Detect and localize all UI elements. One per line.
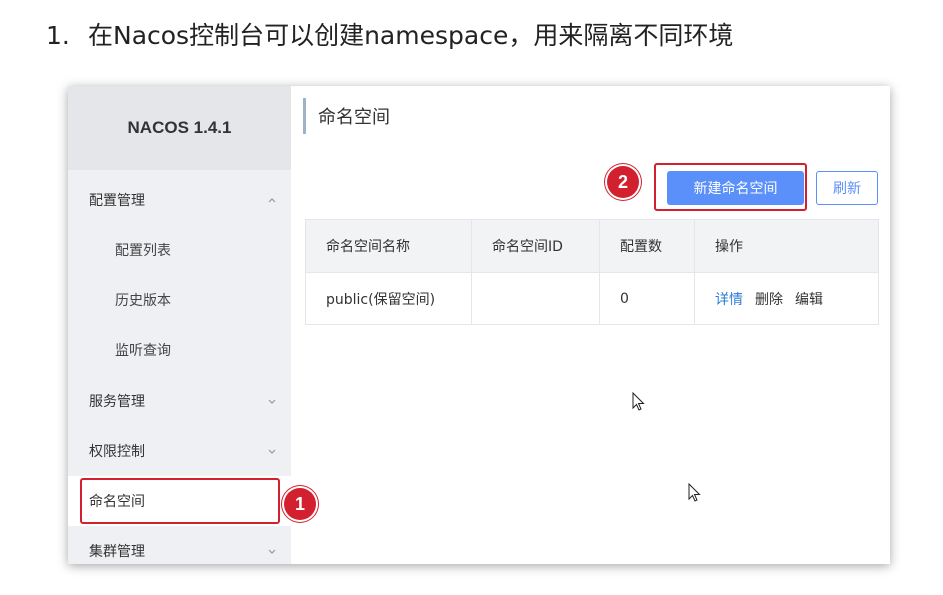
sidebar-item-service-management[interactable]: 服务管理: [68, 376, 291, 426]
sidebar-item-history[interactable]: 历史版本: [68, 275, 291, 325]
table-row: public(保留空间) 0 详情 删除 编辑: [306, 272, 878, 324]
namespace-table: 命名空间名称 命名空间ID 配置数 操作 public(保留空间) 0 详情 删…: [305, 219, 879, 325]
sidebar-item-cluster-management[interactable]: 集群管理: [68, 526, 291, 564]
column-header: 配置数: [600, 220, 695, 272]
instruction-heading: 1. 在Nacos控制台可以创建namespace，用来隔离不同环境: [46, 16, 733, 52]
details-link[interactable]: 详情: [715, 289, 743, 309]
step-2-badge: 2: [607, 166, 639, 198]
sidebar-item-config-list[interactable]: 配置列表: [68, 225, 291, 275]
instruction-text: 在Nacos控制台可以创建namespace，用来隔离不同环境: [88, 21, 734, 50]
table-header-row: 命名空间名称 命名空间ID 配置数 操作: [306, 220, 878, 272]
column-header: 操作: [715, 239, 743, 255]
main-content: 命名空间 新建命名空间 刷新 命名空间名称 命名空间ID 配置数 操作 publ…: [291, 86, 890, 564]
step-number: 1.: [46, 21, 70, 50]
nacos-console-screenshot: NACOS 1.4.1 配置管理 配置列表 历史版本 监听查询 服务管理 权限控…: [68, 86, 890, 564]
sidebar-item-label: 配置管理: [89, 193, 145, 209]
chevron-down-icon: [268, 449, 276, 454]
sidebar-item-label: 权限控制: [89, 444, 145, 460]
sidebar-item-label: 监听查询: [115, 343, 171, 359]
sidebar-item-access-control[interactable]: 权限控制: [68, 426, 291, 476]
sidebar-item-label: 服务管理: [89, 394, 145, 410]
column-header: 命名空间ID: [472, 220, 600, 272]
column-header: 命名空间名称: [306, 220, 472, 272]
namespace-name-cell: public(保留空间): [306, 273, 472, 324]
delete-link[interactable]: 删除: [755, 289, 783, 309]
namespace-id-cell: [472, 273, 600, 324]
actions-cell: 详情 删除 编辑: [695, 273, 878, 324]
mouse-cursor-icon: [632, 392, 645, 411]
sidebar-item-listener-query[interactable]: 监听查询: [68, 325, 291, 375]
page-title: 命名空间: [303, 98, 390, 134]
new-namespace-button[interactable]: 新建命名空间: [667, 171, 804, 205]
edit-link[interactable]: 编辑: [795, 289, 823, 309]
sidebar-item-config-management[interactable]: 配置管理: [68, 175, 291, 225]
brand-title: NACOS 1.4.1: [68, 86, 291, 170]
sidebar-item-label: 配置列表: [115, 243, 171, 259]
sidebar-item-label: 集群管理: [89, 544, 145, 560]
sidebar-item-label: 历史版本: [115, 293, 171, 309]
chevron-down-icon: [268, 399, 276, 404]
refresh-button[interactable]: 刷新: [816, 171, 878, 205]
mouse-cursor-icon: [688, 483, 701, 502]
sidebar: NACOS 1.4.1 配置管理 配置列表 历史版本 监听查询 服务管理 权限控…: [68, 86, 291, 564]
step-1-badge: 1: [284, 488, 316, 520]
chevron-down-icon: [268, 549, 276, 554]
chevron-up-icon: [268, 198, 276, 203]
namespace-highlight-box: [80, 478, 280, 524]
config-count-cell: 0: [600, 273, 695, 324]
